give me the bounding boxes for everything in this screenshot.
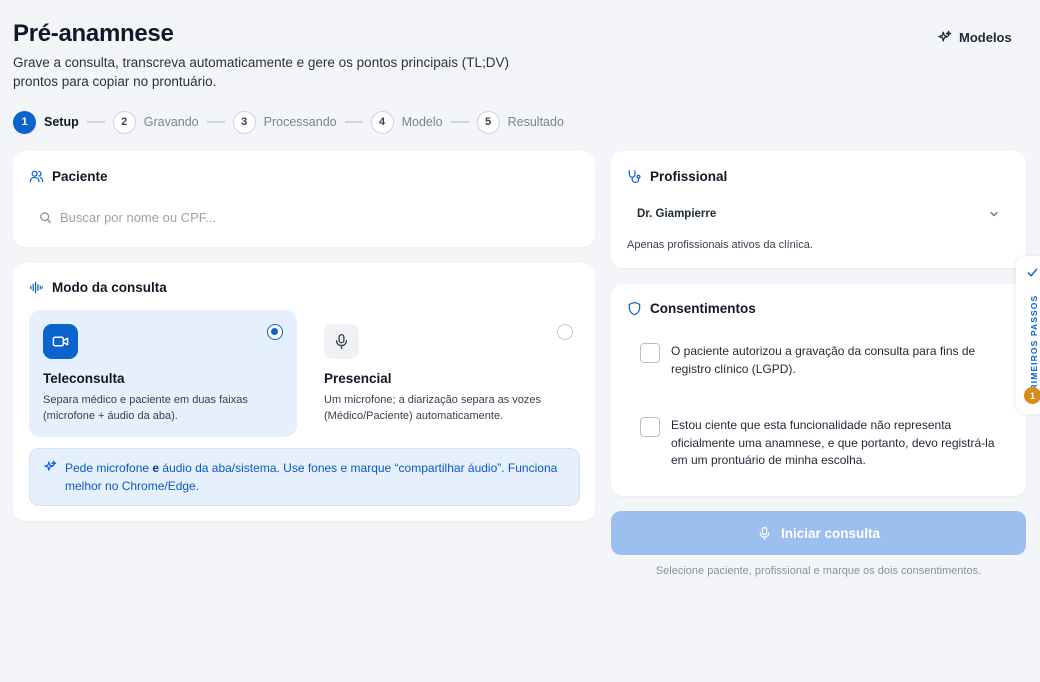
patient-card: Paciente xyxy=(13,151,595,247)
step-setup[interactable]: 1 Setup xyxy=(13,110,79,134)
step-connector xyxy=(450,121,469,123)
users-icon xyxy=(29,170,44,183)
start-hint: Selecione paciente, profissional e marqu… xyxy=(655,565,982,577)
mode-option-name: Presencial xyxy=(324,371,392,386)
step-number: 1 xyxy=(13,110,36,134)
sparkles-icon xyxy=(44,460,57,471)
professional-select[interactable]: Dr. Giampierre xyxy=(625,203,1012,225)
first-steps-badge: 1 xyxy=(1024,387,1040,404)
consent-item-awareness[interactable]: Estou ciente que esta funcionalidade não… xyxy=(640,417,1001,470)
search-icon xyxy=(40,211,52,223)
consents-card-title: Consentimentos xyxy=(627,301,756,316)
mode-card-title: Modo da consulta xyxy=(29,280,167,295)
step-gravando[interactable]: 2 Gravando xyxy=(112,110,199,134)
first-steps-tab[interactable]: PRIMEIROS PASSOS 1 xyxy=(1016,256,1040,414)
mode-title: Modo da consulta xyxy=(52,280,167,295)
models-button[interactable]: Modelos xyxy=(932,25,1018,49)
consent-checkbox[interactable] xyxy=(640,343,660,363)
consent-text: Estou ciente que esta funcionalidade não… xyxy=(671,418,995,467)
check-icon xyxy=(1027,268,1038,277)
step-number: 4 xyxy=(370,110,394,134)
start-consultation-button[interactable]: Iniciar consulta xyxy=(611,511,1026,555)
mode-option-description: Separa médico e paciente em duas faixas … xyxy=(43,394,248,422)
audio-wave-icon xyxy=(30,281,43,294)
step-connector xyxy=(344,121,363,123)
professional-select-value: Dr. Giampierre xyxy=(637,208,717,220)
consents-card: Consentimentos O paciente autorizou a gr… xyxy=(611,284,1026,496)
mode-icon-box xyxy=(324,324,359,359)
patient-title: Paciente xyxy=(52,169,108,184)
start-button-label: Iniciar consulta xyxy=(780,525,881,541)
page-title: Pré-anamnese xyxy=(13,20,174,47)
chevron-down-icon xyxy=(990,211,998,217)
mode-icon-box xyxy=(43,324,78,359)
first-steps-label: PRIMEIROS PASSOS xyxy=(1029,294,1039,398)
step-connector xyxy=(86,121,105,123)
mode-option-name: Teleconsulta xyxy=(43,371,125,386)
step-processando[interactable]: 3 Processando xyxy=(232,110,337,134)
stepper: 1 Setup 2 Gravando 3 Processando 4 Model… xyxy=(13,110,564,134)
professional-card-title: Profissional xyxy=(627,169,727,184)
page-subtitle: Grave a consulta, transcreva automaticam… xyxy=(13,55,509,89)
video-camera-icon xyxy=(52,336,69,347)
mode-option-teleconsulta[interactable]: Teleconsulta Separa médico e paciente em… xyxy=(29,310,297,437)
mode-card: Modo da consulta Teleconsulta Separa méd… xyxy=(13,263,595,521)
step-label: Processando xyxy=(263,115,337,129)
shield-icon xyxy=(628,301,641,316)
sparkles-icon xyxy=(938,30,952,42)
step-connector xyxy=(206,121,225,123)
mode-option-description: Um microfone; a diarização separa as voz… xyxy=(324,394,542,422)
step-label: Modelo xyxy=(401,115,443,129)
step-number: 5 xyxy=(476,110,500,134)
step-resultado[interactable]: 5 Resultado xyxy=(476,110,564,134)
step-number: 2 xyxy=(112,110,136,134)
step-label: Resultado xyxy=(507,115,564,129)
info-box: Pede microfone e áudio da aba/sistema. U… xyxy=(29,448,580,506)
professional-card: Profissional Dr. Giampierre Apenas profi… xyxy=(611,151,1026,268)
professional-title: Profissional xyxy=(650,169,728,184)
presencial-radio[interactable] xyxy=(557,324,573,340)
patient-search xyxy=(39,207,569,227)
consent-checkbox[interactable] xyxy=(640,417,660,437)
step-label: Setup xyxy=(44,115,79,129)
step-number: 3 xyxy=(232,110,256,134)
patient-search-input[interactable] xyxy=(60,209,540,225)
info-text: Pede microfone e áudio da aba/sistema. U… xyxy=(65,461,558,493)
patient-card-title: Paciente xyxy=(29,169,108,184)
step-label: Gravando xyxy=(143,115,199,129)
consent-item-lgpd[interactable]: O paciente autorizou a gravação da consu… xyxy=(640,343,1001,378)
microphone-icon xyxy=(759,526,770,540)
consent-text: O paciente autorizou a gravação da consu… xyxy=(671,344,976,376)
mode-option-presencial[interactable]: Presencial Um microfone; a diarização se… xyxy=(310,310,578,437)
professional-hint: Apenas profissionais ativos da clínica. xyxy=(627,239,813,251)
consents-title: Consentimentos xyxy=(650,301,756,316)
teleconsulta-radio[interactable] xyxy=(267,324,283,340)
stethoscope-icon xyxy=(628,170,641,184)
step-modelo[interactable]: 4 Modelo xyxy=(370,110,443,134)
microphone-icon xyxy=(335,334,348,349)
models-label: Modelos xyxy=(959,29,1012,45)
